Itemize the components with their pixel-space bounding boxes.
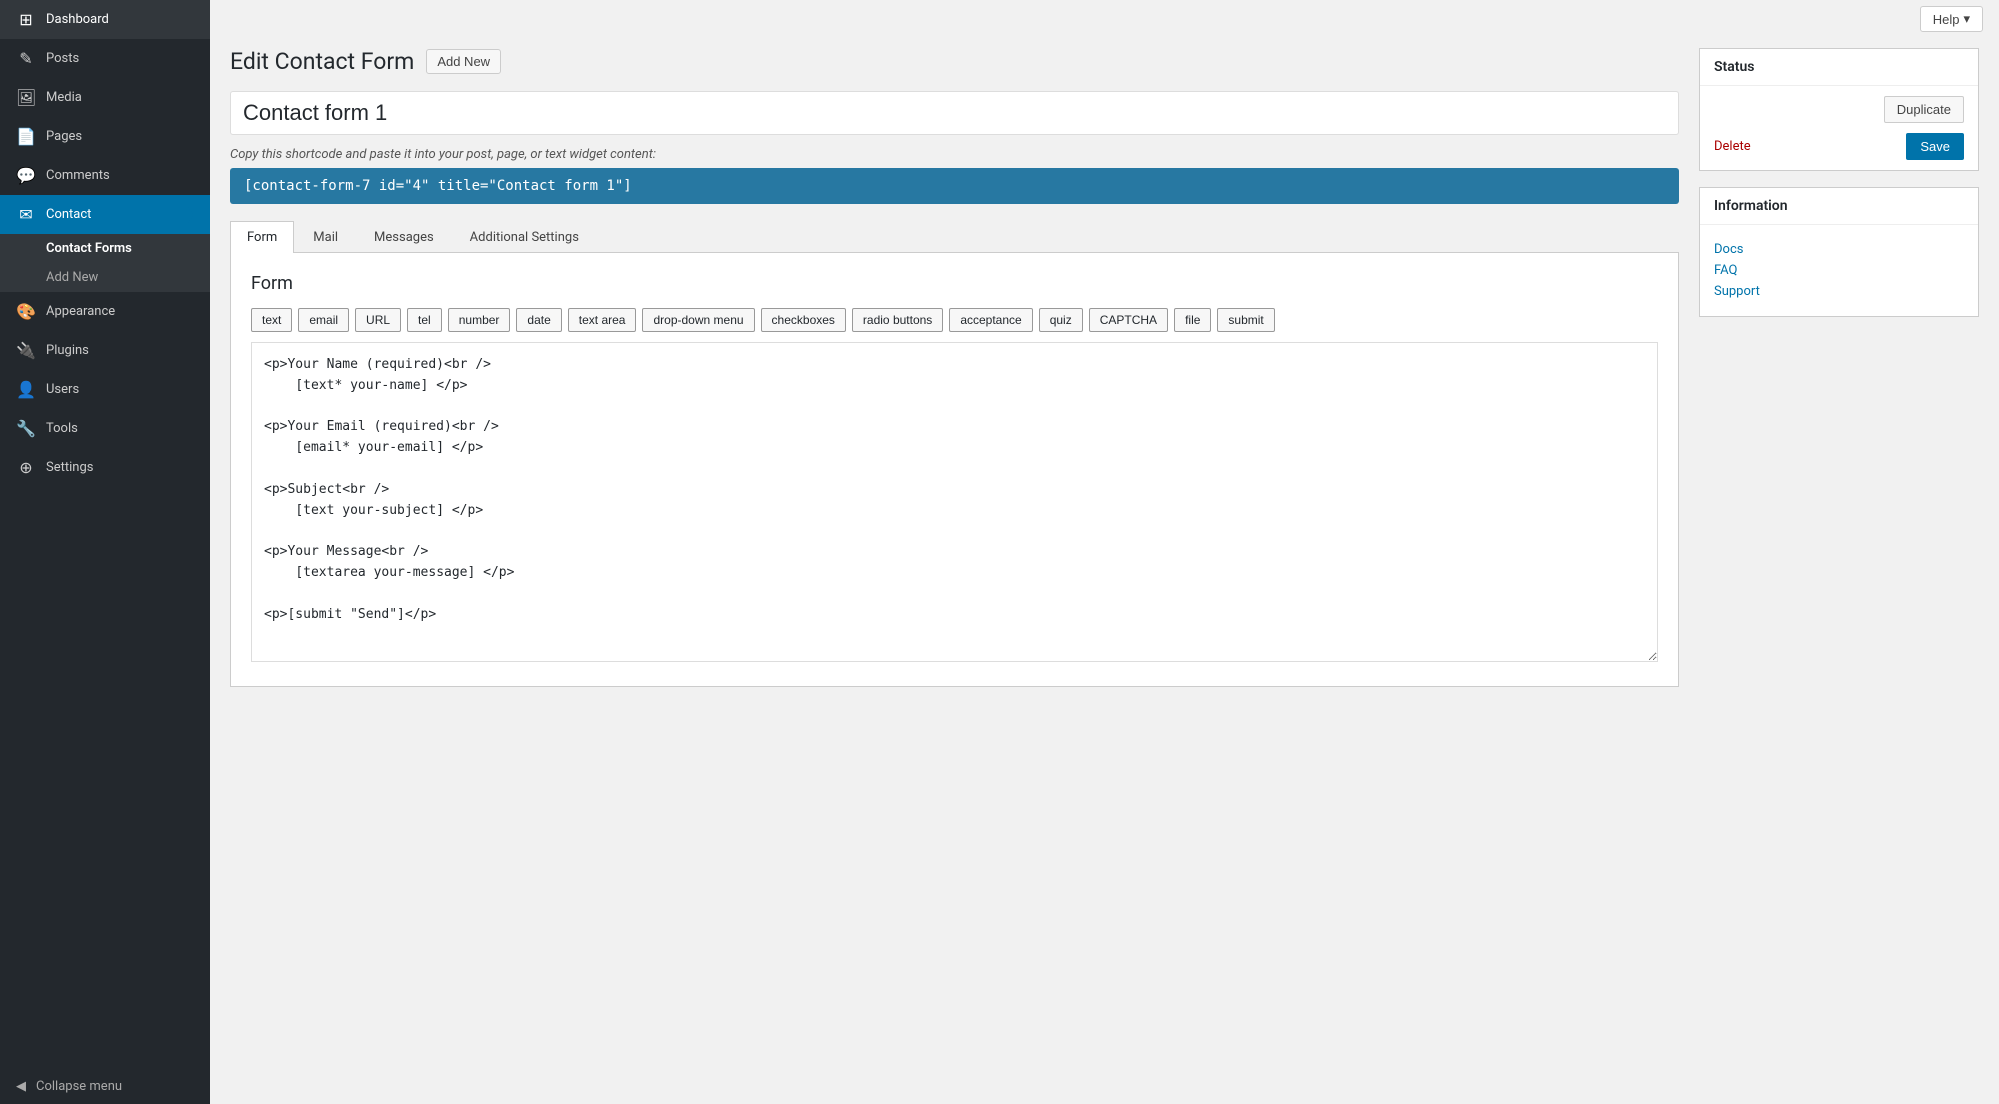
posts-icon: ✎ <box>16 49 36 68</box>
page-title-row: Edit Contact Form Add New <box>230 38 1679 75</box>
tag-button-text[interactable]: text <box>251 308 292 332</box>
tag-button-captcha[interactable]: CAPTCHA <box>1089 308 1168 332</box>
tab-form[interactable]: Form <box>230 221 294 253</box>
sidebar-item-label: Comments <box>46 168 110 183</box>
sidebar-item-label: Posts <box>46 51 79 66</box>
contact-submenu: Contact Forms Add New <box>0 234 210 292</box>
sidebar: ⊞ Dashboard ✎ Posts 🖼 Media 📄 Pages 💬 Co… <box>0 0 210 1104</box>
sidebar-item-users[interactable]: 👤 Users <box>0 370 210 409</box>
appearance-icon: 🎨 <box>16 302 36 321</box>
sidebar-item-media[interactable]: 🖼 Media <box>0 78 210 117</box>
collapse-label: Collapse menu <box>36 1079 122 1094</box>
save-button[interactable]: Save <box>1906 133 1964 160</box>
status-box-title: Status <box>1700 49 1978 86</box>
settings-icon: ⊕ <box>16 458 36 477</box>
pages-icon: 📄 <box>16 127 36 146</box>
sidebar-item-label: Media <box>46 90 82 105</box>
sidebar-item-label: Contact <box>46 207 91 222</box>
sidebar-item-label: Appearance <box>46 304 115 319</box>
form-editor-title: Form <box>251 273 1658 294</box>
help-chevron-icon: ▾ <box>1963 11 1970 27</box>
sidebar-item-comments[interactable]: 💬 Comments <box>0 156 210 195</box>
sidebar-item-appearance[interactable]: 🎨 Appearance <box>0 292 210 331</box>
tag-button-file[interactable]: file <box>1174 308 1211 332</box>
tabs: Form Mail Messages Additional Settings <box>230 220 1679 253</box>
sidebar-item-label: Pages <box>46 129 82 144</box>
status-box: Status Duplicate Delete Save <box>1699 48 1979 171</box>
sidebar-item-label: Dashboard <box>46 12 109 27</box>
tag-button-text-area[interactable]: text area <box>568 308 637 332</box>
delete-link[interactable]: Delete <box>1714 139 1751 154</box>
sidebar-item-plugins[interactable]: 🔌 Plugins <box>0 331 210 370</box>
info-box-title: Information <box>1700 188 1978 225</box>
tag-button-tel[interactable]: tel <box>407 308 442 332</box>
tab-messages[interactable]: Messages <box>357 221 451 253</box>
sidebar-item-dashboard[interactable]: ⊞ Dashboard <box>0 0 210 39</box>
tab-additional-settings[interactable]: Additional Settings <box>453 221 596 253</box>
tag-button-radio-buttons[interactable]: radio buttons <box>852 308 943 332</box>
collapse-icon: ◀ <box>16 1079 26 1094</box>
tag-button-submit[interactable]: submit <box>1217 308 1274 332</box>
shortcode-label: Copy this shortcode and paste it into yo… <box>230 147 1679 162</box>
tag-button-date[interactable]: date <box>516 308 561 332</box>
tag-button-drop-down-menu[interactable]: drop-down menu <box>642 308 754 332</box>
info-link-faq[interactable]: FAQ <box>1714 260 1964 281</box>
right-sidebar: Status Duplicate Delete Save Information… <box>1699 38 1979 1084</box>
info-box-links: DocsFAQSupport <box>1700 225 1978 316</box>
sidebar-item-tools[interactable]: 🔧 Tools <box>0 409 210 448</box>
sidebar-item-contact[interactable]: ✉ Contact <box>0 195 210 234</box>
form-editor: Form textemailURLtelnumberdate text aread… <box>230 253 1679 687</box>
sidebar-item-posts[interactable]: ✎ Posts <box>0 39 210 78</box>
help-label: Help <box>1933 12 1960 27</box>
page-title: Edit Contact Form <box>230 48 414 75</box>
dashboard-icon: ⊞ <box>16 10 36 29</box>
form-name-input[interactable] <box>230 91 1679 135</box>
tag-button-email[interactable]: email <box>298 308 349 332</box>
tag-button-url[interactable]: URL <box>355 308 401 332</box>
content-area: Edit Contact Form Add New Copy this shor… <box>210 38 1999 1104</box>
sidebar-item-pages[interactable]: 📄 Pages <box>0 117 210 156</box>
contact-icon: ✉ <box>16 205 36 224</box>
contact-arrow <box>188 207 194 223</box>
top-bar: Help ▾ <box>210 0 1999 38</box>
tag-button-number[interactable]: number <box>448 308 511 332</box>
tab-mail[interactable]: Mail <box>296 221 355 253</box>
sidebar-item-label: Users <box>46 382 79 397</box>
status-box-actions: Delete Save <box>1700 123 1978 170</box>
media-icon: 🖼 <box>16 88 36 107</box>
tag-button-acceptance[interactable]: acceptance <box>949 308 1032 332</box>
sidebar-subitem-contact-forms[interactable]: Contact Forms <box>0 234 210 263</box>
duplicate-button[interactable]: Duplicate <box>1884 96 1964 123</box>
comments-icon: 💬 <box>16 166 36 185</box>
tag-button-quiz[interactable]: quiz <box>1039 308 1083 332</box>
sidebar-item-settings[interactable]: ⊕ Settings <box>0 448 210 487</box>
tools-icon: 🔧 <box>16 419 36 438</box>
sidebar-item-label: Tools <box>46 421 78 436</box>
collapse-menu[interactable]: ◀ Collapse menu <box>0 1069 210 1104</box>
help-button[interactable]: Help ▾ <box>1920 6 1983 32</box>
sidebar-bottom: ◀ Collapse menu <box>0 1069 210 1104</box>
plugins-icon: 🔌 <box>16 341 36 360</box>
sidebar-subitem-add-new[interactable]: Add New <box>0 263 210 292</box>
sidebar-item-label: Settings <box>46 460 93 475</box>
info-link-support[interactable]: Support <box>1714 281 1964 302</box>
main-content: Help ▾ Edit Contact Form Add New Copy th… <box>210 0 1999 1104</box>
add-new-button[interactable]: Add New <box>426 49 501 74</box>
sidebar-item-label: Plugins <box>46 343 89 358</box>
form-textarea[interactable] <box>251 342 1658 662</box>
info-box: Information DocsFAQSupport <box>1699 187 1979 317</box>
status-box-duplicate-row: Duplicate <box>1700 86 1978 123</box>
main-panel: Edit Contact Form Add New Copy this shor… <box>230 38 1679 1084</box>
shortcode-box[interactable]: [contact-form-7 id="4" title="Contact fo… <box>230 168 1679 204</box>
tag-buttons: textemailURLtelnumberdate text areadrop-d… <box>251 308 1658 332</box>
tag-button-checkboxes[interactable]: checkboxes <box>761 308 846 332</box>
users-icon: 👤 <box>16 380 36 399</box>
info-link-docs[interactable]: Docs <box>1714 239 1964 260</box>
